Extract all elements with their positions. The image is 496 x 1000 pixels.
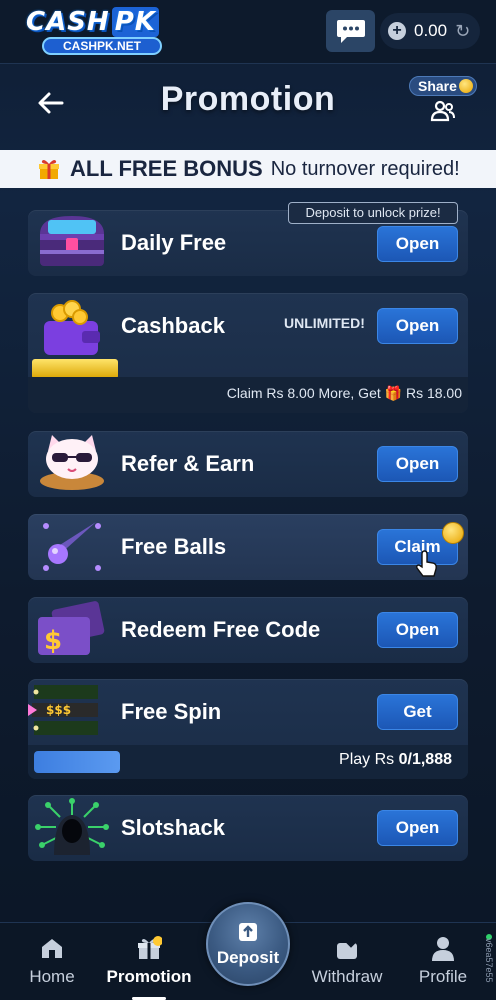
balance-amount: 0.00 xyxy=(414,21,448,40)
cashback-progress-fill xyxy=(32,359,118,379)
nav-profile-label: Profile xyxy=(418,967,468,986)
free-spin-progress-row: Play Rs 0/1,888 xyxy=(28,745,468,779)
home-icon xyxy=(42,939,62,958)
deposit-unlock-tag: Deposit to unlock prize! xyxy=(288,202,458,224)
deposit-label: Deposit xyxy=(216,948,280,967)
free-spin-progress-fill xyxy=(34,751,120,773)
promo-name: Free Spin xyxy=(121,699,222,724)
balance-pill[interactable]: + 0.00 ↻ xyxy=(380,13,480,49)
page-header: Promotion Share xyxy=(0,64,496,144)
banner-bold-text: ALL FREE BONUS xyxy=(70,156,263,181)
share-button[interactable]: Share xyxy=(409,76,477,96)
share-label: Share xyxy=(418,78,457,94)
promo-card-slotshack[interactable]: Slotshack Open xyxy=(28,795,468,861)
promo-name: Daily Free xyxy=(121,230,227,255)
gift-icon xyxy=(138,936,162,959)
cashback-claim-text: Claim Rs 8.00 More, Get 🎁 Rs 18.00 xyxy=(226,385,462,401)
plus-circle-icon[interactable]: + xyxy=(388,22,406,40)
top-bar: CASH PK CASHPK.NET + 0.00 ↻ xyxy=(0,0,496,64)
cat-mascot-icon xyxy=(40,435,104,490)
logo[interactable]: CASH PK CASHPK.NET xyxy=(26,7,180,56)
logo-text: CASH PK xyxy=(26,7,180,37)
logo-pk: PK xyxy=(111,7,159,37)
free-spin-play-text: Play Rs 0/1,888 xyxy=(339,751,452,769)
free-bonus-banner: ALL FREE BONUS No turnover required! xyxy=(0,150,496,188)
ball-icon xyxy=(43,522,101,571)
promo-card-free-balls[interactable]: Free Balls Claim xyxy=(28,514,468,580)
people-icon[interactable] xyxy=(430,100,456,122)
nav-promotion-label: Promotion xyxy=(106,967,192,986)
daily-free-open-button[interactable]: Open xyxy=(377,226,458,262)
free-spin-get-button[interactable]: Get xyxy=(377,694,458,730)
unlimited-badge: UNLIMITED! xyxy=(284,315,365,331)
nav-promotion[interactable]: Promotion xyxy=(104,923,194,1000)
promo-name: Slotshack xyxy=(121,815,225,840)
promo-card-free-spin[interactable]: $$$ Free Spin Get Play Rs 0/1,888 xyxy=(28,679,468,779)
treasure-chest-icon xyxy=(40,216,104,266)
wallet-coins-icon xyxy=(44,300,100,355)
promo-name: Free Balls xyxy=(121,534,227,559)
coin-icon xyxy=(442,522,464,544)
nav-home[interactable]: Home xyxy=(7,923,97,1000)
play-label: Play Rs xyxy=(339,751,395,768)
nav-withdraw-label: Withdraw xyxy=(311,967,383,986)
nav-profile[interactable]: Profile xyxy=(398,923,488,1000)
logo-main: CASH xyxy=(26,7,110,37)
promo-card-refer-earn[interactable]: Refer & Earn Open xyxy=(28,431,468,497)
tickets-icon: $ xyxy=(38,601,105,656)
slotshack-open-button[interactable]: Open xyxy=(377,810,458,846)
nav-withdraw[interactable]: Withdraw xyxy=(302,923,392,1000)
refresh-icon[interactable]: ↻ xyxy=(455,21,470,42)
logo-sub: CASHPK.NET xyxy=(42,37,162,55)
version-code: v6ea57e55 xyxy=(484,938,494,983)
slot-text: $$$ xyxy=(46,703,71,717)
promo-card-daily-free[interactable]: Daily Free Deposit to unlock prize! Open xyxy=(28,202,468,276)
promo-name: Refer & Earn xyxy=(121,451,255,476)
deposit-button[interactable]: Deposit xyxy=(206,902,290,986)
promo-card-cashback[interactable]: Cashback UNLIMITED! Open Claim Rs 8.00 M… xyxy=(28,293,468,413)
promo-name: Redeem Free Code xyxy=(121,617,321,642)
pointer-hand-icon xyxy=(416,550,437,577)
profile-icon xyxy=(432,937,454,961)
gift-icon xyxy=(39,160,59,179)
play-value: 0/1,888 xyxy=(398,751,452,768)
wallet-withdraw-icon xyxy=(337,937,357,959)
nav-home-label: Home xyxy=(29,967,75,986)
banner-sub-text: No turnover required! xyxy=(270,157,460,180)
redeem-code-open-button[interactable]: Open xyxy=(377,612,458,648)
promo-name: Cashback xyxy=(121,313,225,338)
coin-icon xyxy=(459,79,473,93)
deposit-box-icon xyxy=(239,923,257,941)
chat-bubble-icon xyxy=(336,20,365,43)
hacker-icon xyxy=(35,798,109,855)
svg-text:$: $ xyxy=(44,626,62,656)
cashback-progress-row: Claim Rs 8.00 More, Get 🎁 Rs 18.00 xyxy=(28,377,468,413)
chat-button[interactable] xyxy=(326,10,375,52)
refer-earn-open-button[interactable]: Open xyxy=(377,446,458,482)
cashback-open-button[interactable]: Open xyxy=(377,308,458,344)
promo-card-redeem-code[interactable]: $ Redeem Free Code Open xyxy=(28,597,468,663)
slot-icon: $$$ xyxy=(28,685,98,735)
